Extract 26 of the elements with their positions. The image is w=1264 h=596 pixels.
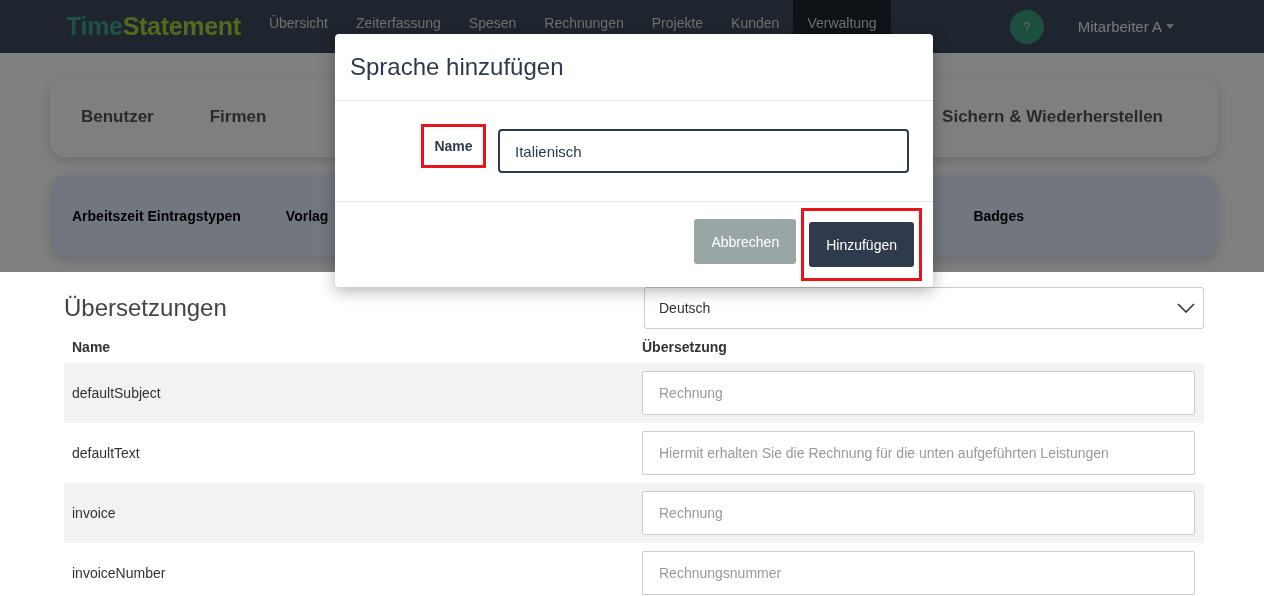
settings-tab[interactable]: Arbeitszeit Eintragstypen — [72, 208, 241, 224]
key-name: invoice — [72, 505, 117, 521]
settings-tab[interactable]: Vorlag — [285, 208, 329, 224]
cancel-button[interactable]: Abbrechen — [694, 219, 797, 264]
admin-tab[interactable]: Sichern & Wiederherstellen — [942, 107, 1163, 127]
admin-tab[interactable]: Firmen — [209, 107, 267, 127]
translation-field[interactable]: Rechnung — [642, 491, 1195, 535]
key-name: invoiceNumber — [72, 565, 167, 581]
key-name: defaultText — [72, 445, 141, 461]
chevron-down-icon — [1177, 303, 1195, 313]
section-title: Übersetzungen — [64, 294, 227, 322]
user-menu[interactable]: Mitarbeiter A — [1071, 17, 1180, 36]
add-button[interactable]: Hinzufügen — [809, 222, 914, 267]
dialog-title: Sprache hinzufügen — [335, 34, 933, 101]
name-input[interactable]: Italienisch — [498, 129, 909, 173]
translation-field[interactable]: Rechnungsnummer — [642, 551, 1195, 595]
settings-tab[interactable]: Badges — [973, 208, 1024, 224]
key-name: defaultSubject — [72, 385, 162, 401]
column-header: Name — [72, 339, 112, 355]
caret-icon — [1166, 24, 1174, 29]
field-label: Name — [434, 138, 473, 154]
column-header: Übersetzung — [642, 339, 728, 355]
admin-tab[interactable]: Benutzer — [81, 107, 154, 127]
translation-field[interactable]: Rechnung — [642, 371, 1195, 415]
translation-field[interactable]: Hiermit erhalten Sie die Rechnung für die unten aufgeführten Leistungen — [642, 431, 1195, 475]
language-select[interactable]: Deutsch — [644, 287, 1204, 329]
